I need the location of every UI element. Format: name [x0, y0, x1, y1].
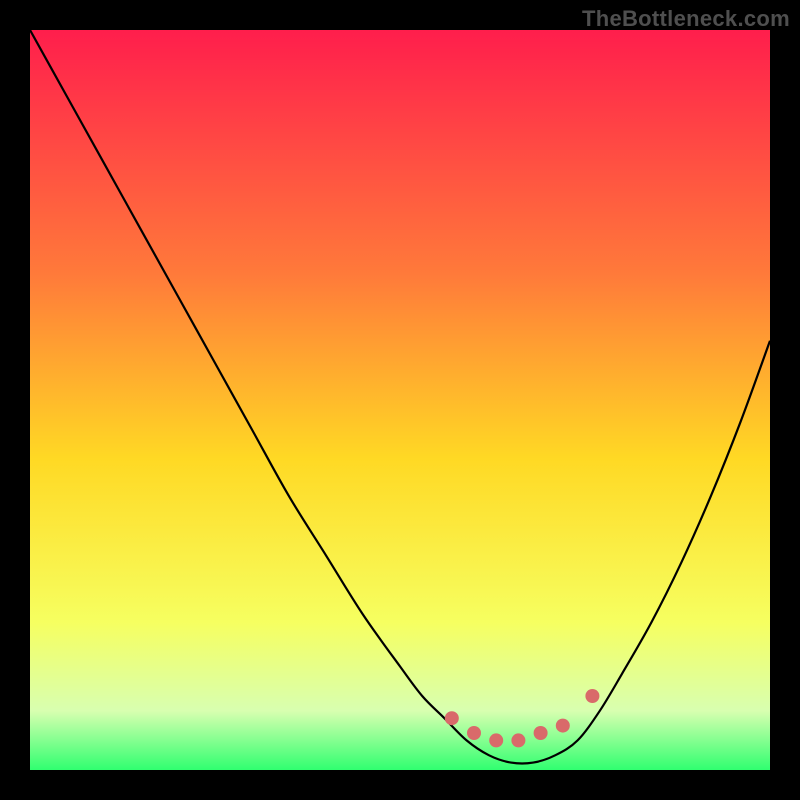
bottleneck-plot	[30, 30, 770, 770]
gradient-background	[30, 30, 770, 770]
marker-flat-region-3	[511, 733, 525, 747]
chart-frame: TheBottleneck.com	[0, 0, 800, 800]
marker-flat-region-4	[534, 726, 548, 740]
marker-flat-region-2	[489, 733, 503, 747]
marker-flat-region-1	[467, 726, 481, 740]
marker-flat-region-right-edge	[556, 719, 570, 733]
attribution-label: TheBottleneck.com	[582, 6, 790, 32]
marker-flat-region-left-edge	[445, 711, 459, 725]
marker-secondary-marker	[585, 689, 599, 703]
